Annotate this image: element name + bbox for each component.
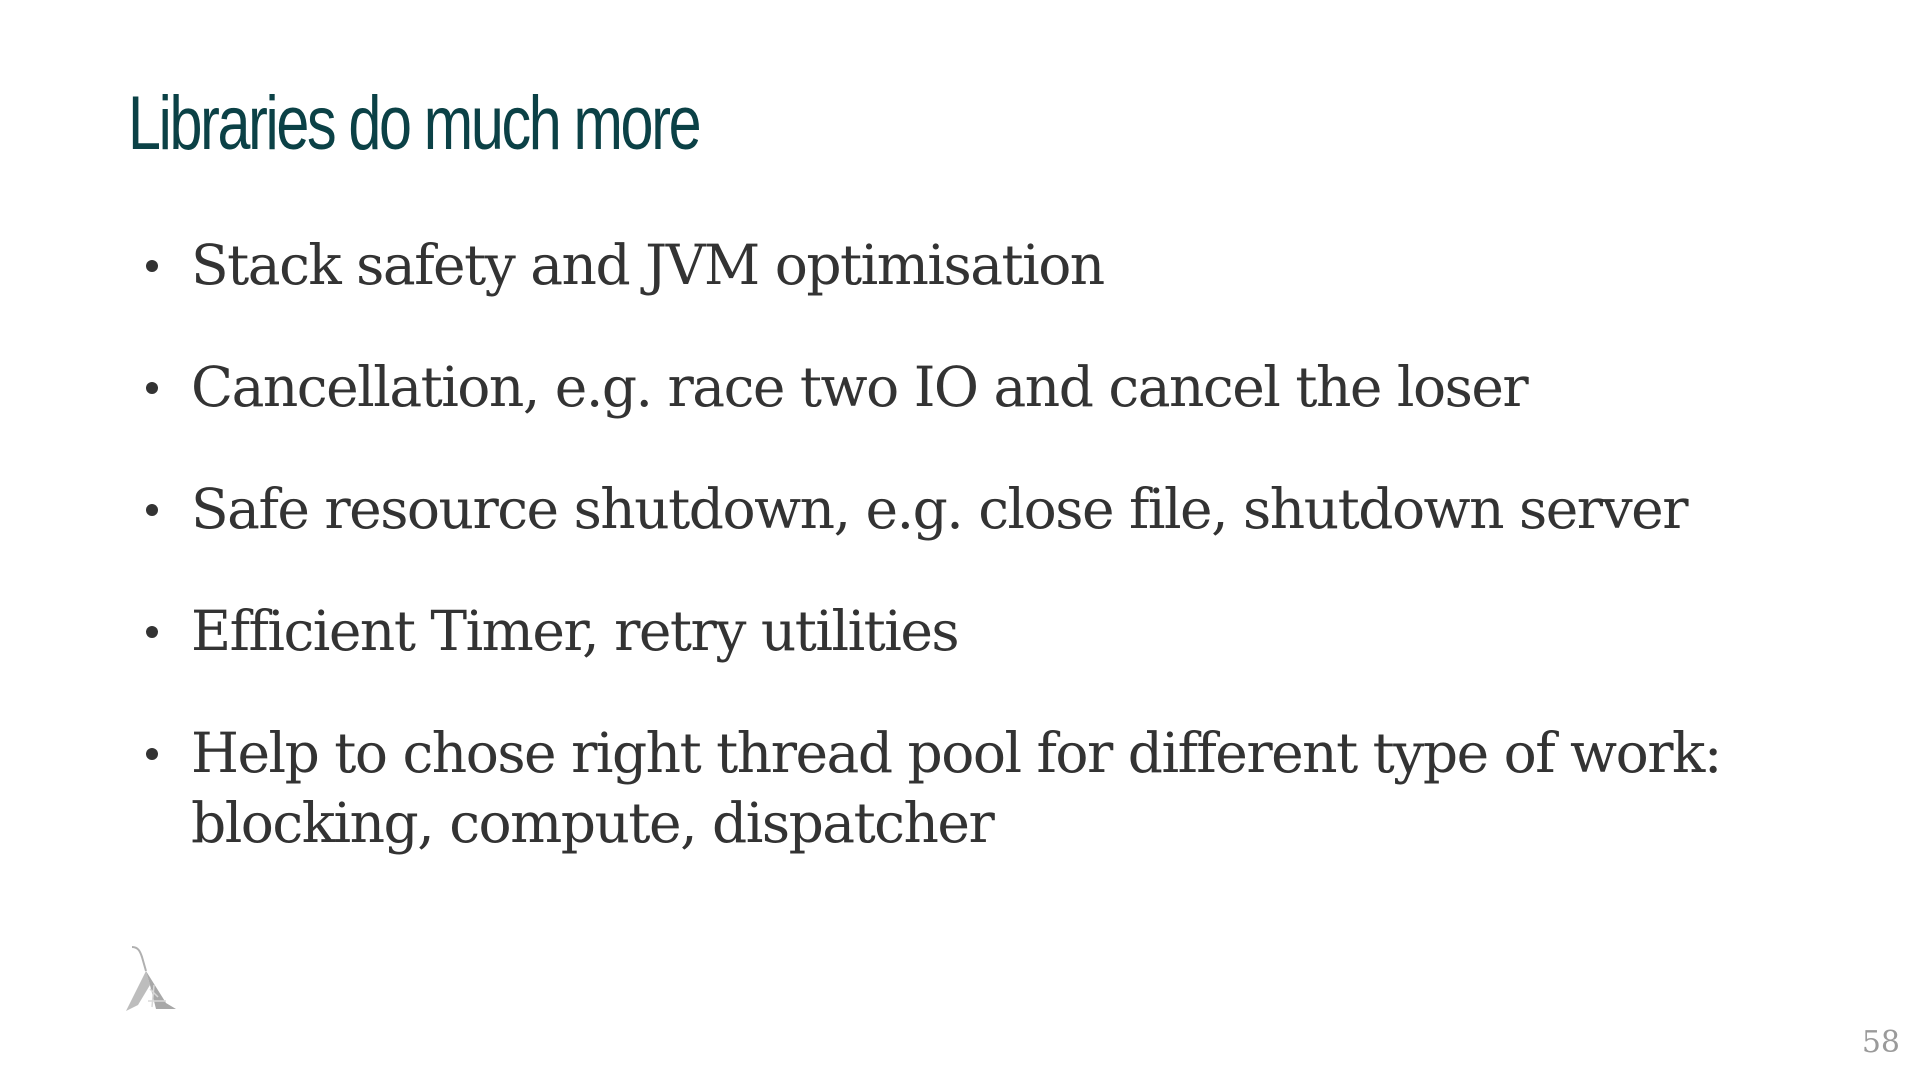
bullet-text: Help to chose right thread pool for diff… [191,721,1722,855]
bullet-text: Efficient Timer, retry utilities [191,599,960,663]
bullet-item: Stack safety and JVM optimisation [132,230,1792,300]
bullet-item: Help to chose right thread pool for diff… [132,718,1792,858]
slide-title: Libraries do much more [128,81,702,166]
bullet-item: Cancellation, e.g. race two IO and cance… [132,352,1792,422]
bullet-text: Safe resource shutdown, e.g. close file,… [191,477,1689,541]
slide: Libraries do much more Stack safety and … [0,0,1920,1080]
bullet-text: Cancellation, e.g. race two IO and cance… [191,355,1529,419]
bullet-dot-icon [146,504,158,516]
lambda-logo-icon [126,945,178,1013]
bullet-item: Safe resource shutdown, e.g. close file,… [132,474,1792,544]
bullet-dot-icon [146,260,158,272]
bullet-item: Efficient Timer, retry utilities [132,596,1792,666]
bullet-dot-icon [146,748,158,760]
page-number: 58 [1861,1025,1900,1060]
bullet-dot-icon [146,626,158,638]
bullet-text: Stack safety and JVM optimisation [191,233,1105,297]
bullet-dot-icon [146,382,158,394]
bullet-list: Stack safety and JVM optimisation Cancel… [132,230,1792,910]
